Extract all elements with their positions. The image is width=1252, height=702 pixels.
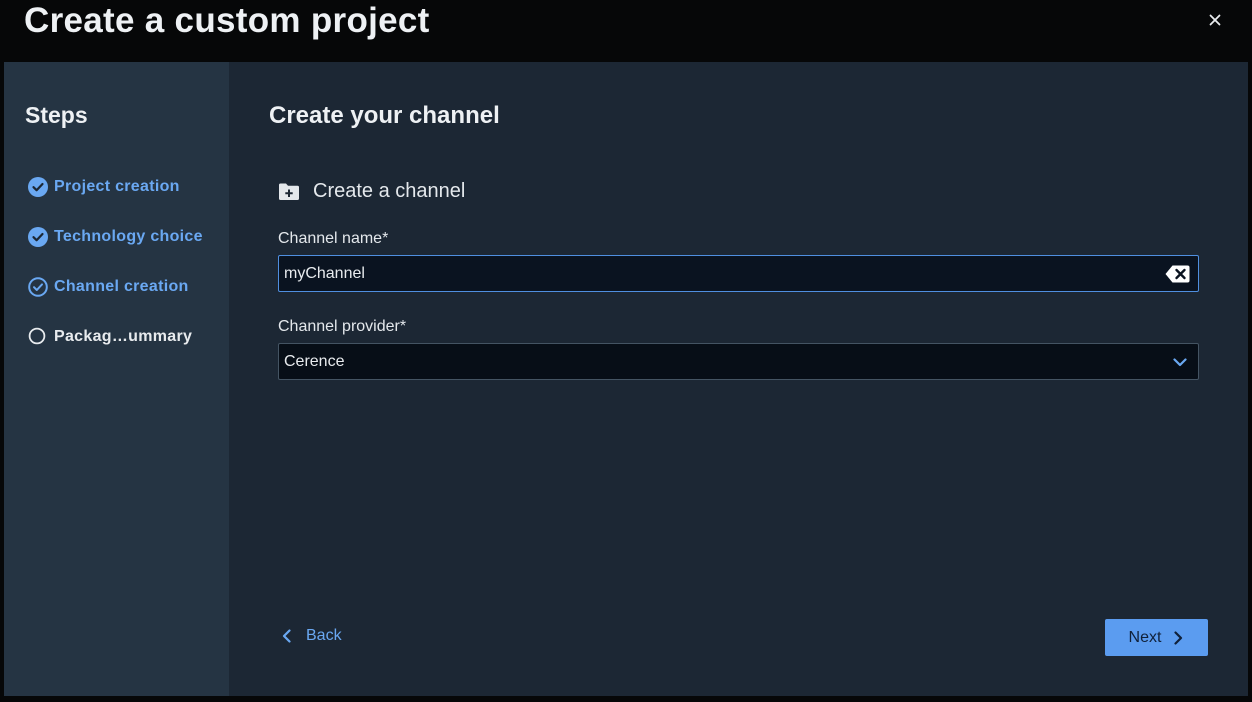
step-package-summary[interactable]: Packag…ummary xyxy=(28,326,192,348)
section-label: Create a channel xyxy=(313,180,466,202)
next-label: Next xyxy=(1128,628,1162,646)
backspace-clear-icon xyxy=(1165,265,1190,283)
step-label: Channel creation xyxy=(54,278,189,295)
back-label: Back xyxy=(306,627,342,644)
circle-outline-icon xyxy=(28,327,48,347)
step-label: Technology choice xyxy=(54,228,203,245)
steps-title: Steps xyxy=(25,102,88,128)
channel-name-field xyxy=(278,255,1199,292)
page-title: Create your channel xyxy=(269,102,500,129)
steps-sidebar: Steps Project creation Technology choice… xyxy=(4,62,229,696)
channel-provider-label: Channel provider* xyxy=(278,318,407,335)
step-label: Packag…ummary xyxy=(54,328,193,345)
chevron-down-icon xyxy=(1173,355,1187,369)
back-button[interactable]: Back xyxy=(281,627,342,645)
step-project-creation[interactable]: Project creation xyxy=(28,176,180,198)
chevron-left-icon xyxy=(281,629,293,643)
channel-name-input[interactable] xyxy=(279,256,1154,291)
next-button[interactable]: Next xyxy=(1105,619,1208,656)
main-panel: Create your channel Create a channel Cha… xyxy=(229,62,1248,696)
select-value: Cerence xyxy=(284,353,345,370)
step-technology-choice[interactable]: Technology choice xyxy=(28,226,203,248)
section-header: Create a channel xyxy=(278,180,465,203)
chevron-right-icon xyxy=(1172,630,1184,645)
step-label: Project creation xyxy=(54,178,180,195)
step-channel-creation[interactable]: Channel creation xyxy=(28,276,189,298)
folder-add-icon xyxy=(278,182,300,202)
channel-provider-select[interactable]: Cerence xyxy=(278,343,1199,380)
modal-window: Create a custom project Steps Project cr… xyxy=(0,0,1252,702)
close-icon xyxy=(1209,14,1221,26)
check-circle-outline-icon xyxy=(28,277,48,297)
check-circle-filled-icon xyxy=(28,227,48,247)
window-title: Create a custom project xyxy=(24,1,430,40)
clear-input-button[interactable] xyxy=(1165,265,1190,283)
close-button[interactable] xyxy=(1207,12,1223,28)
channel-name-label: Channel name* xyxy=(278,230,389,247)
check-circle-filled-icon xyxy=(28,177,48,197)
wizard-dialog: Steps Project creation Technology choice… xyxy=(4,62,1248,696)
